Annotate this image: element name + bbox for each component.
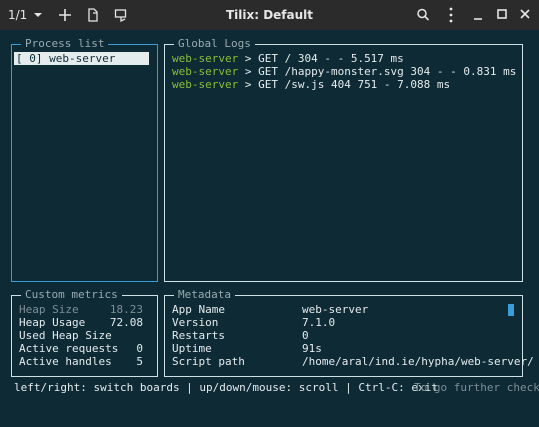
minimize-icon[interactable] [473, 0, 483, 30]
process-list-item[interactable]: [ 0] web-server [14, 52, 149, 65]
help-text: left/right: switch boards | up/down/mous… [14, 381, 438, 394]
metric-label: Active requests [19, 342, 119, 355]
metric-value: 72.08 [109, 316, 143, 329]
global-logs-panel: Global Logs web-server > GET / 304 - - 5… [164, 37, 523, 282]
metric-value: 0 [136, 342, 143, 355]
metric-value: 5 [136, 355, 143, 368]
hint-text: To go further check [414, 381, 539, 394]
metric-label: Heap Usage [19, 316, 86, 329]
metadata-value: web-server [302, 303, 369, 316]
terminal[interactable]: Process list [ 0] web-server Global Logs… [0, 30, 539, 427]
log-source: web-server [172, 78, 239, 91]
metric-label: Used Heap Size [19, 329, 112, 342]
metadata-label: App Name [172, 303, 225, 316]
custom-metrics-panel: Custom metrics Heap Size 18.23 Heap Usag… [11, 288, 158, 377]
log-source: web-server [172, 65, 239, 78]
metric-label: Heap Size [19, 303, 79, 316]
metadata-label: Uptime [172, 342, 212, 355]
metric-value: 18.23 [109, 303, 143, 316]
metadata-scrollbar[interactable] [508, 304, 514, 316]
process-list-panel[interactable]: Process list [ 0] web-server [11, 37, 158, 282]
titlebar: 1/1 Tilix: Default [0, 0, 539, 30]
window-title: Tilix: Default [225, 8, 314, 22]
search-icon[interactable] [416, 0, 430, 30]
log-line: web-server > GET /happy-monster.svg 304 … [172, 65, 516, 78]
metadata-panel: Metadata App Name web-server Version 7.1… [164, 288, 534, 377]
global-logs-title: Global Logs [174, 37, 255, 51]
menu-icon[interactable] [448, 0, 454, 30]
log-line: web-server > GET /sw.js 404 751 - 7.088 … [172, 78, 450, 91]
log-line: web-server > GET / 304 - - 5.517 ms [172, 52, 404, 65]
process-list-title: Process list [21, 37, 109, 51]
metric-label: Active handles [19, 355, 112, 368]
log-source: web-server [172, 52, 239, 65]
metadata-title: Metadata [174, 288, 235, 302]
metadata-label: Restarts [172, 329, 225, 342]
close-icon[interactable] [520, 0, 530, 30]
metadata-value: 91s [302, 342, 322, 355]
maximize-icon[interactable] [497, 0, 507, 30]
log-text: > GET / 304 - - 5.517 ms [238, 52, 404, 65]
log-text: > GET /happy-monster.svg 304 - - 0.831 m… [238, 65, 517, 78]
metadata-label: Script path [172, 355, 245, 368]
metadata-value: 7.1.0 [302, 316, 336, 329]
metadata-value: 0 [302, 329, 309, 342]
metadata-value: /home/aral/ind.ie/hypha/web-server/ [302, 355, 534, 368]
metadata-label: Version [172, 316, 219, 329]
custom-metrics-title: Custom metrics [21, 288, 122, 302]
log-text: > GET /sw.js 404 751 - 7.088 ms [238, 78, 451, 91]
